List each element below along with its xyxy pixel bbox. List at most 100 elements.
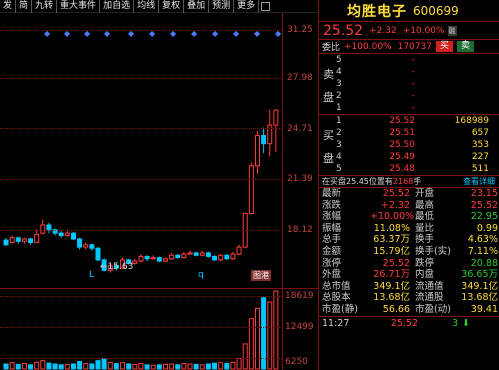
volume-bar (218, 362, 224, 370)
stat-value: 25.52 (470, 199, 498, 211)
toolbar-item-forecast[interactable]: 预测 (209, 0, 235, 13)
volume-bar (187, 363, 193, 370)
candlestick-plot: ◆ ◆ ◆ ◆ ◆ ◆ ◆ ◆ ◆ ◆ ◆ ◆ (3, 29, 282, 370)
toolbar-item-moving-average[interactable]: 均线 (134, 0, 160, 13)
volume-bar (101, 358, 107, 370)
volume-axis-label: 18619 (285, 291, 314, 301)
volume-divider (0, 288, 318, 289)
toolbar-item-fa[interactable]: 发 (0, 0, 17, 13)
stat-label: 流通值 (415, 280, 444, 292)
stock-name: 均胜电子 (347, 3, 407, 20)
stat-label: 跌停 (415, 257, 435, 269)
candle-body (58, 232, 64, 236)
toolbar-item-jiuzhuan[interactable]: 九转 (32, 0, 58, 13)
volume-bar (28, 364, 34, 370)
tick-price: 25.52 (390, 317, 418, 329)
stat-value: +10.00% (370, 211, 415, 223)
candle-body (150, 257, 156, 260)
sell-button[interactable]: 卖 (456, 41, 474, 52)
price-gridline (0, 78, 282, 79)
toolbar-item-adjust[interactable]: 复权 (159, 0, 185, 13)
price-gridline (0, 179, 282, 180)
price-axis-label: 18.12 (287, 225, 313, 235)
volume-bar (9, 362, 15, 370)
volume-gridline (0, 358, 282, 359)
kline-chart[interactable]: 发 简 九转 重大事件 加自选 均线 复权 叠加 预测 更多 ◆ ◆ ◆ ◆ ◆ ◆ ◆ ◆ ◆… (0, 0, 318, 370)
stat-label: 总手 (322, 234, 342, 246)
candle-body (89, 244, 95, 249)
quote-panel: 均胜电子 600699 25.52 +2.32 +10.00% 融 委比 +10… (318, 0, 499, 370)
sell-level: 2- (336, 91, 415, 101)
toolbar-item-more[interactable]: 更多 (234, 0, 260, 13)
price-change-pct: +10.00% (402, 25, 445, 36)
buy-level: 3 25.50 353 (336, 140, 489, 150)
candle-body (193, 252, 199, 256)
price-axis-label: 24.71 (287, 124, 313, 134)
buy-level: 2 25.51 657 (336, 128, 489, 138)
volume-bar (150, 364, 156, 370)
margin-badge: 融 (447, 25, 457, 36)
stat-label: 流通股 (415, 292, 444, 304)
candle-body (273, 109, 279, 126)
hk-tag: 图港 (251, 270, 271, 281)
volume-bar (144, 364, 150, 370)
volume-gridline (0, 296, 282, 297)
volume-bar (242, 343, 248, 370)
candle-body (9, 237, 15, 243)
volume-gridline (0, 327, 282, 328)
volume-bar (138, 363, 144, 370)
stat-label: 换手(实) (415, 245, 451, 257)
volume-bar (169, 363, 175, 370)
candle-body (46, 224, 52, 231)
volume-bar (162, 363, 168, 370)
stat-label: 外盘 (322, 269, 342, 281)
volume-bar (230, 361, 236, 370)
sell-level: 5- (336, 55, 415, 65)
toolbar-item-overlay[interactable]: 叠加 (184, 0, 210, 13)
volume-axis-label: 12499 (285, 322, 314, 332)
volume-bar (205, 363, 211, 370)
stat-label: 金额 (322, 245, 342, 257)
volume-bar (236, 358, 242, 370)
price-gridline (0, 128, 282, 129)
volume-bar (224, 363, 230, 370)
candle-body (236, 246, 242, 255)
stat-label: 涨跌 (322, 199, 342, 211)
weibi-pct: +100.00% (344, 41, 392, 52)
volume-bar (21, 363, 27, 370)
volume-bar (156, 364, 162, 370)
sell-book: 卖 盘 5- 4- 3- 2- 1- (319, 54, 499, 115)
volume-bar (126, 363, 132, 370)
quote-row: 25.52 +2.32 +10.00% 融 (319, 22, 499, 40)
toolbar-item-jian[interactable]: 简 (16, 0, 33, 13)
candle-body (34, 233, 40, 243)
buy-level: 1 25.52 168989 (336, 116, 489, 126)
stat-label: 振幅 (322, 222, 342, 234)
order-notice-unit: 手 (413, 177, 422, 186)
grid-icon[interactable] (261, 1, 271, 11)
candle-body (64, 232, 70, 236)
sell-level: 4- (336, 67, 415, 77)
chart-toolbar: 发 简 九转 重大事件 加自选 均线 复权 叠加 预测 更多 (0, 0, 318, 13)
stat-value: 13.68亿 (373, 292, 410, 304)
volume-bar (120, 362, 126, 370)
tick-time: 11:27 (322, 317, 350, 329)
stat-label: 市盈(静) (322, 303, 358, 315)
stat-value: 349.1亿 (373, 280, 410, 292)
candle-body (224, 254, 230, 260)
last-price: 25.52 (323, 22, 364, 39)
toolbar-item-add-watchlist[interactable]: 加自选 (100, 0, 135, 13)
stat-label: 总市值 (322, 280, 351, 292)
candle-body (77, 238, 83, 248)
buy-book: 买 盘 1 25.52 168989 2 25.51 657 3 25.50 353 4 25… (319, 115, 499, 176)
volume-axis-label: 6250 (285, 357, 308, 367)
candle-body (181, 253, 187, 259)
l-marker: L (89, 270, 95, 280)
buy-button[interactable]: 买 (435, 41, 453, 52)
stat-value: 4.63% (467, 234, 498, 246)
stat-value: +2.32 (380, 199, 410, 211)
toolbar-item-major-events[interactable]: 重大事件 (57, 0, 101, 13)
volume-bar (89, 363, 95, 370)
view-detail-link[interactable]: 查看详细 (463, 176, 495, 187)
tick-row: 11:27 25.52 3 ⬇ (319, 315, 499, 330)
